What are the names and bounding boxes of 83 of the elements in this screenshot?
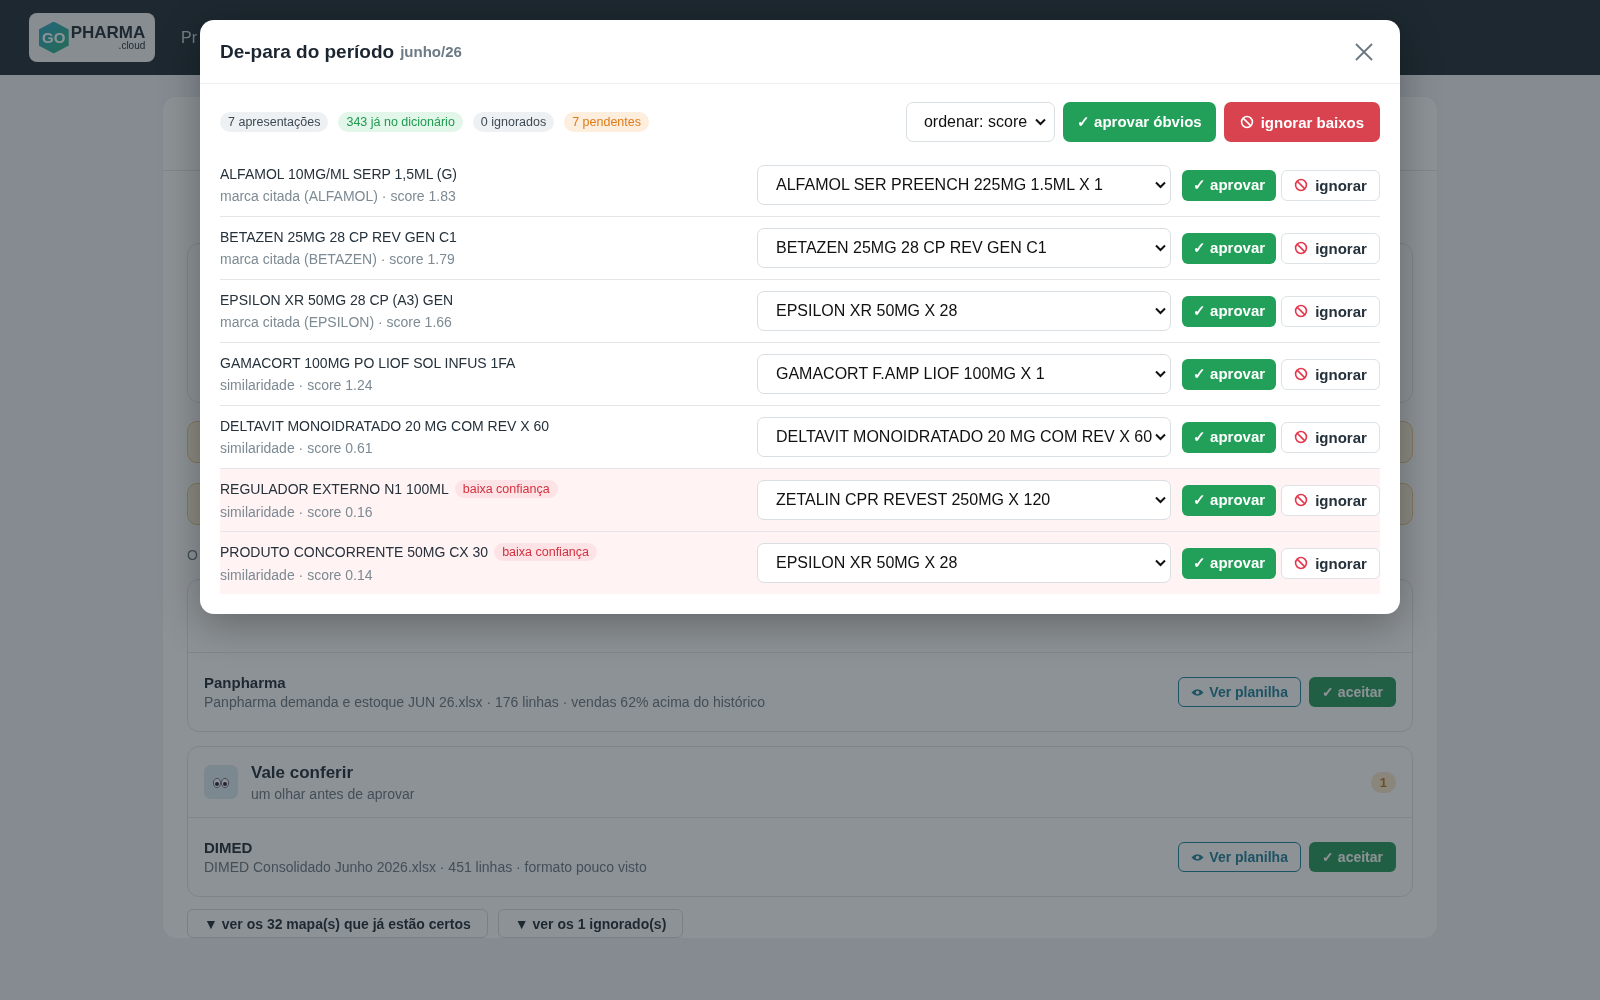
ignore-button[interactable]: ignorar: [1281, 169, 1380, 201]
file-details: Panpharma demanda e estoque JUN 26.xlsx · 176 linhas · vendas 62% acima do histórico: [204, 694, 767, 710]
chevron-down-icon: [1155, 559, 1166, 567]
approve-button[interactable]: ✓ aprovar: [1182, 484, 1276, 516]
stat-pill: 7 apresentações: [220, 112, 329, 132]
approve-button[interactable]: ✓ aprovar: [1182, 358, 1276, 390]
supplier-name: Panpharma: [204, 674, 287, 691]
chevron-down-icon: [1155, 244, 1166, 252]
product-name: PRODUTO CONCORRENTE 50MG CX 30: [220, 544, 489, 560]
product-name: ALFAMOL 10MG/ML SERP 1,5ML (G): [220, 166, 458, 182]
match-select[interactable]: GAMACORT F.AMP LIOF 100MG X 1: [757, 354, 1171, 394]
ignore-button[interactable]: ignorar: [1281, 484, 1380, 516]
view-sheet-button[interactable]: Ver planilha: [1178, 842, 1301, 872]
match-reason: marca citada (BETAZEN) · score 1.79: [220, 251, 456, 267]
match-reason: similaridade · score 0.16: [220, 504, 374, 520]
match-select[interactable]: EPSILON XR 50MG X 28: [757, 291, 1171, 331]
product-name: GAMACORT 100MG PO LIOF SOL INFUS 1FA: [220, 355, 516, 371]
match-reason: marca citada (EPSILON) · score 1.66: [220, 314, 453, 330]
logo-name: PHARMA: [70, 24, 146, 41]
chevron-down-icon: [1155, 370, 1166, 378]
logo-mark: GO: [38, 21, 69, 54]
ignore-button[interactable]: ignorar: [1281, 295, 1380, 327]
stat-pill: 0 ignorados: [472, 112, 555, 132]
chevron-down-icon: [1155, 496, 1166, 504]
approve-button[interactable]: ✓ aprovar: [1182, 232, 1276, 264]
prohibited-icon: [1294, 493, 1309, 507]
match-reason: similaridade · score 0.61: [220, 440, 374, 456]
chevron-down-icon: [1034, 118, 1046, 126]
count-badge: 1: [1370, 771, 1396, 793]
accept-button[interactable]: ✓ aceitar: [1308, 677, 1396, 707]
chevron-down-icon: [1155, 307, 1166, 315]
nav-link[interactable]: Pr: [181, 28, 197, 47]
group-subtitle: um olhar antes de aprovar: [251, 785, 416, 802]
match-select[interactable]: BETAZEN 25MG 28 CP REV GEN C1: [757, 228, 1171, 268]
group-label: O: [187, 547, 198, 565]
prohibited-icon: [1294, 304, 1309, 318]
match-select[interactable]: ZETALIN CPR REVEST 250MG X 120: [757, 480, 1171, 520]
approve-button[interactable]: ✓ aprovar: [1182, 295, 1276, 327]
prohibited-icon: [1239, 115, 1254, 129]
match-select[interactable]: EPSILON XR 50MG X 28: [757, 543, 1171, 583]
close-icon[interactable]: [1354, 41, 1374, 62]
view-sheet-button[interactable]: Ver planilha: [1178, 677, 1301, 707]
expand-toggle[interactable]: ▼ ver os 1 ignorado(s): [497, 909, 684, 938]
confidence-badge: baixa confiança: [454, 480, 558, 498]
sort-select[interactable]: ordenar: score: [905, 102, 1055, 142]
product-name: EPSILON XR 50MG 28 CP (A3) GEN: [220, 292, 454, 308]
match-reason: similaridade · score 1.24: [220, 377, 374, 393]
prohibited-icon: [1294, 241, 1309, 255]
confidence-badge: baixa confiança: [494, 543, 597, 561]
approve-obvious-button[interactable]: ✓ aprovar óbvios: [1062, 102, 1216, 142]
match-select[interactable]: DELTAVIT MONOIDRATADO 20 MG COM REV X 60: [757, 417, 1171, 457]
group-title: Vale conferir: [251, 762, 355, 783]
match-reason: marca citada (ALFAMOL) · score 1.83: [220, 188, 457, 204]
ignore-button[interactable]: ignorar: [1281, 358, 1380, 390]
product-name: DELTAVIT MONOIDRATADO 20 MG COM REV X 60: [220, 418, 550, 434]
stat-pill: 343 já no dicionário: [338, 112, 463, 132]
product-name: REGULADOR EXTERNO N1 100ML: [220, 481, 449, 497]
prohibited-icon: [1294, 367, 1309, 381]
match-reason: similaridade · score 0.14: [220, 567, 374, 583]
dialog-title: De-para do período: [220, 40, 395, 63]
accept-button[interactable]: ✓ aceitar: [1308, 842, 1396, 872]
approve-button[interactable]: ✓ aprovar: [1182, 421, 1276, 453]
ignore-button[interactable]: ignorar: [1281, 421, 1380, 453]
supplier-name: DIMED: [204, 839, 254, 856]
stat-pill: 7 pendentes: [564, 112, 649, 132]
product-name: BETAZEN 25MG 28 CP REV GEN C1: [220, 229, 457, 245]
approve-button[interactable]: ✓ aprovar: [1182, 547, 1276, 579]
chevron-down-icon: [1155, 181, 1166, 189]
match-select[interactable]: ALFAMOL SER PREENCH 225MG 1.5ML X 1: [757, 165, 1171, 205]
period-label: junho/26: [400, 43, 463, 60]
prohibited-icon: [1294, 178, 1309, 192]
ignore-button[interactable]: ignorar: [1281, 232, 1380, 264]
eye-icon: [1191, 852, 1205, 862]
approve-button[interactable]: ✓ aprovar: [1182, 169, 1276, 201]
logo-suffix: .cloud: [118, 41, 146, 51]
expand-toggle[interactable]: ▼ ver os 32 mapa(s) que já estão certos: [187, 909, 488, 938]
ignore-low-button[interactable]: ignorar baixos: [1223, 102, 1380, 142]
file-details: DIMED Consolidado Junho 2026.xlsx · 451 linhas · formato pouco visto: [204, 859, 648, 875]
eye-icon: [1191, 687, 1205, 697]
prohibited-icon: [1294, 430, 1309, 444]
prohibited-icon: [1294, 556, 1309, 570]
chevron-down-icon: [1155, 433, 1166, 441]
ignore-button[interactable]: ignorar: [1281, 547, 1380, 579]
